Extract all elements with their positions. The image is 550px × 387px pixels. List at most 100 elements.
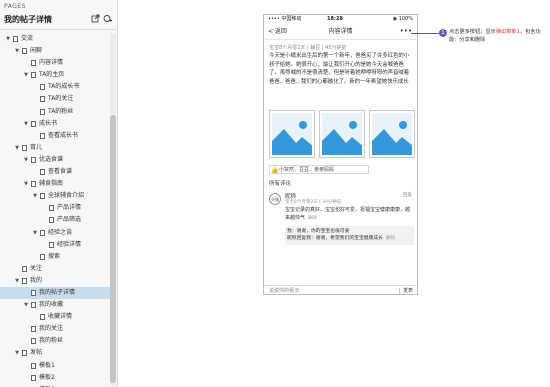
tree-item[interactable]: ▼ 闲聊 xyxy=(0,45,110,57)
tree-item-label: 产品详情 xyxy=(57,204,82,212)
tree-item-label: 辅食指南 xyxy=(39,180,64,188)
input-separator xyxy=(399,288,400,294)
tree-item-label: TA的成长书 xyxy=(48,83,80,91)
avatar[interactable]: 头像 xyxy=(269,193,281,205)
page-icon xyxy=(22,350,27,357)
chevron-down-icon[interactable]: ▼ xyxy=(23,118,29,130)
tree-item-label: 经验详情 xyxy=(57,240,82,248)
nav-title: 内容详情 xyxy=(328,28,353,35)
tree-item-label: 经验之谈 xyxy=(48,228,73,236)
image-row xyxy=(269,110,415,158)
page-icon xyxy=(49,241,54,248)
tree-item[interactable]: ▼ 育儿 xyxy=(0,142,110,154)
page-icon xyxy=(31,181,36,188)
tree-item[interactable]: 搜索 xyxy=(0,251,110,263)
annotation-connector xyxy=(411,33,439,34)
tree-item-label: 关注 xyxy=(30,264,43,272)
annotation-text-before: 点击更多按钮，显示 xyxy=(449,29,496,35)
chevron-down-icon[interactable]: ▼ xyxy=(14,142,20,154)
chevron-down-icon[interactable]: ▼ xyxy=(14,45,20,57)
likes-row[interactable]: 👍 小突然、豆豆、亲亲妈妈 xyxy=(269,165,369,174)
tree-item[interactable]: 我的粉丝 xyxy=(0,335,110,347)
tree-item-label: 成长书 xyxy=(39,119,58,127)
add-page-icon[interactable] xyxy=(103,14,112,23)
tree-item[interactable]: ▼ 全球辅食介绍 xyxy=(0,190,110,202)
thumbs-up-icon[interactable]: 👍 xyxy=(271,166,278,175)
chevron-down-icon[interactable]: ▼ xyxy=(14,275,20,287)
panel-divider xyxy=(0,29,117,30)
page-icon xyxy=(13,36,18,42)
post-meta: 宝宝8个月零2天 | 辅豆 | 45分钟前 xyxy=(269,45,347,51)
more-icon[interactable]: ••• xyxy=(400,24,412,38)
page-icon xyxy=(49,217,54,224)
tree-item[interactable]: 收藏详情 xyxy=(0,311,110,323)
tree-item[interactable]: 查看食谱 xyxy=(0,166,110,178)
chevron-down-icon[interactable]: ▼ xyxy=(14,347,20,359)
panel-scrollbar-thumb[interactable] xyxy=(110,115,116,383)
tree-item[interactable]: ▼ 经验之谈 xyxy=(0,227,110,239)
delete-reply-button[interactable]: 删除 xyxy=(386,236,395,241)
likes-names: 小突然、豆豆、亲亲妈妈 xyxy=(279,167,335,173)
tree-item[interactable]: 内容详情 xyxy=(0,57,110,69)
all-comments-heading: 所有评论 xyxy=(269,181,292,187)
tree-item[interactable]: TA的成长书 xyxy=(0,81,110,93)
page-icon xyxy=(40,229,45,236)
page-icon xyxy=(31,338,36,345)
page-icon xyxy=(31,302,36,309)
chevron-down-icon[interactable]: ▼ xyxy=(23,69,29,81)
comment-input-bar[interactable]: 说说你的看法 发表 xyxy=(264,285,417,294)
delete-comment-button[interactable]: 删除 xyxy=(308,216,317,221)
page-icon xyxy=(22,277,27,284)
sub-replies: 我：谢谢，你的宝宝也很可爱 昵称回复我：谢谢，希望我们的宝宝健康成长 删除 xyxy=(285,226,414,245)
tree-item[interactable]: 我的帖子详情 xyxy=(0,286,110,300)
tree-item[interactable]: ▼ 辅食指南 xyxy=(0,178,110,190)
page-icon xyxy=(31,362,36,369)
comment-input[interactable]: 说说你的看法 xyxy=(269,286,299,294)
tree-item-label: 优选食谱 xyxy=(39,155,64,163)
page-icon xyxy=(31,326,36,333)
tree-item[interactable]: 产品详情 xyxy=(0,202,110,214)
chevron-down-icon[interactable]: ▼ xyxy=(23,178,29,190)
tree-item-label: 查看成长书 xyxy=(48,131,79,139)
tree-item[interactable]: ▼ 我的收藏 xyxy=(0,299,110,311)
post-image-1[interactable] xyxy=(269,110,315,158)
page-icon xyxy=(22,144,27,151)
tree-item[interactable]: ▼ 我的 xyxy=(0,275,110,287)
export-icon[interactable] xyxy=(91,14,100,23)
page-icon xyxy=(31,120,36,127)
tree-item[interactable]: 模板2 xyxy=(0,372,110,384)
tree-item[interactable]: TA的粉丝 xyxy=(0,106,110,118)
page-icon xyxy=(40,253,45,260)
comment-text: 宝宝记录的真好，宝宝也好可爱，祝福宝宝健康康康，越来越帅气 删除 xyxy=(285,207,413,222)
tree-item-label: 我的关注 xyxy=(39,325,64,333)
chevron-down-icon[interactable]: ▼ xyxy=(32,190,38,202)
page-icon xyxy=(31,289,36,296)
tree-item[interactable]: 经验详情 xyxy=(0,239,110,251)
page-icon xyxy=(31,72,36,79)
send-button[interactable]: 发表 xyxy=(403,286,413,294)
tree-item[interactable]: 模板1 xyxy=(0,360,110,372)
tree-item[interactable]: 查看成长书 xyxy=(0,130,110,142)
tree-item[interactable]: TA的关注 xyxy=(0,93,110,105)
tree-item[interactable]: ▼ 交流 xyxy=(0,33,110,45)
tree-item[interactable]: 产品筛选 xyxy=(0,214,110,226)
tree-item[interactable]: ▼ 优选食谱 xyxy=(0,154,110,166)
reply-button[interactable]: 回复 xyxy=(403,192,412,198)
tree-item-label: 我的帖子详情 xyxy=(39,288,76,296)
tree-item[interactable]: ▼ 成长书 xyxy=(0,118,110,130)
chevron-down-icon[interactable]: ▼ xyxy=(23,154,29,166)
tree-item[interactable]: 我的关注 xyxy=(0,323,110,335)
tree-item-label: 收藏详情 xyxy=(48,313,73,321)
chevron-down-icon[interactable]: ▼ xyxy=(5,33,11,45)
chevron-down-icon[interactable]: ▼ xyxy=(23,299,29,311)
page-icon xyxy=(40,132,45,139)
tree-item[interactable]: ▼ TA的主页 xyxy=(0,69,110,81)
tree-item-label: 查看食谱 xyxy=(48,168,73,176)
post-image-2[interactable] xyxy=(319,110,365,158)
tree-item[interactable]: ▼ 发帖 xyxy=(0,347,110,359)
chevron-down-icon[interactable]: ▼ xyxy=(32,227,38,239)
post-image-3[interactable] xyxy=(369,110,415,158)
page-icon xyxy=(31,60,36,67)
tree-item[interactable]: 关注 xyxy=(0,263,110,275)
tree-item-label: 交流 xyxy=(21,35,34,42)
